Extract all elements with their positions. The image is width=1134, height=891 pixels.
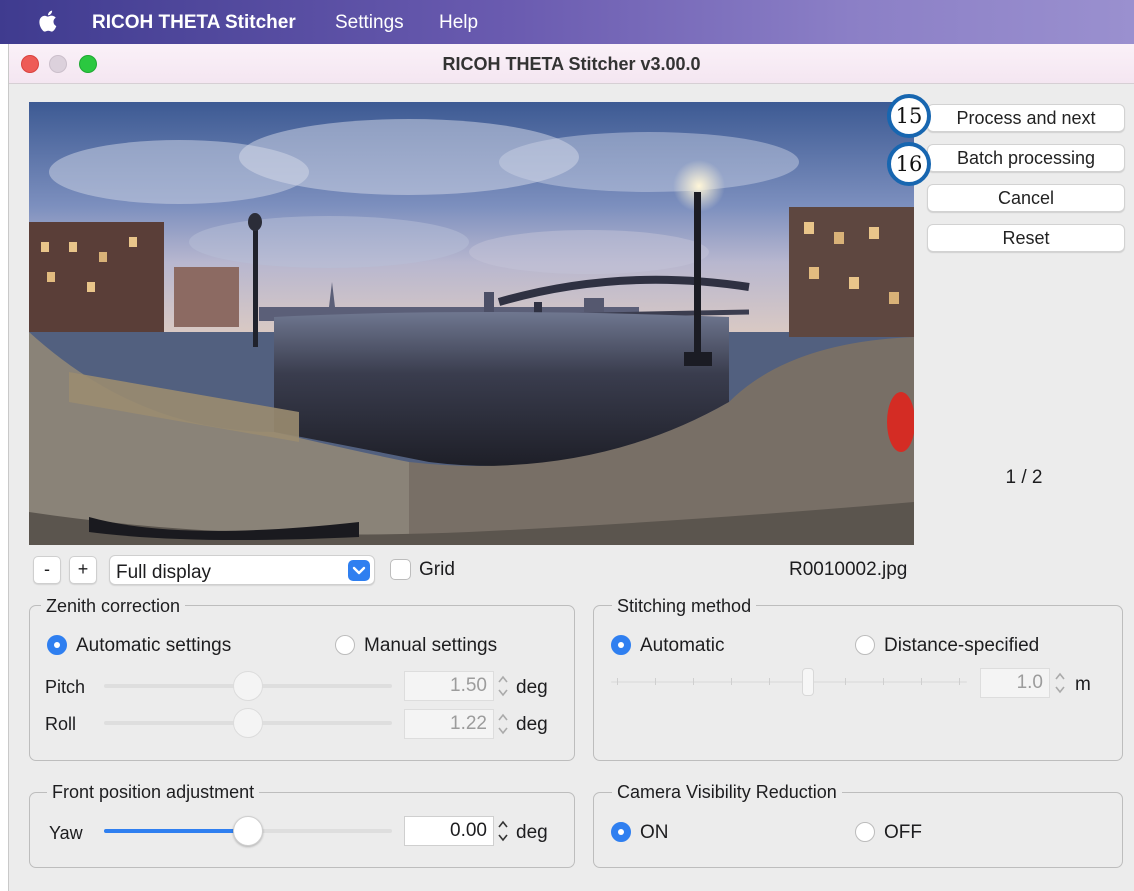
zoom-in-button[interactable]: + [69, 556, 97, 584]
front-position-title: Front position adjustment [47, 782, 260, 803]
grid-label: Grid [419, 559, 455, 580]
distance-tick [921, 678, 922, 685]
callout-badge-16: 16 [887, 142, 931, 186]
camera-visibility-off-radio[interactable] [855, 822, 875, 842]
distance-unit: m [1075, 674, 1091, 695]
apple-logo-icon[interactable] [38, 9, 60, 33]
batch-processing-button[interactable]: Batch processing [927, 144, 1125, 172]
pitch-label: Pitch [45, 677, 86, 697]
stitching-auto-radio[interactable] [611, 635, 631, 655]
camera-visibility-on-label: ON [640, 822, 669, 843]
display-mode-value: Full display [116, 562, 212, 583]
panorama-preview[interactable] [29, 102, 914, 545]
distance-input[interactable]: 1.0 [980, 668, 1050, 698]
camera-visibility-title: Camera Visibility Reduction [612, 782, 842, 803]
camera-visibility-off-label: OFF [884, 822, 922, 843]
display-mode-select[interactable]: Full display [109, 555, 375, 585]
yaw-slider-knob[interactable] [233, 816, 263, 846]
distance-tick [655, 678, 656, 685]
menu-app-name[interactable]: RICOH THETA Stitcher [92, 12, 296, 34]
menu-help[interactable]: Help [439, 12, 478, 34]
menu-bar: RICOH THETA Stitcher Settings Help [0, 0, 1134, 44]
yaw-label: Yaw [49, 823, 83, 843]
menu-settings[interactable]: Settings [335, 12, 404, 34]
chevron-down-icon [348, 560, 370, 581]
yaw-stepper-icon[interactable] [495, 816, 511, 846]
zenith-manual-radio[interactable] [335, 635, 355, 655]
window-title: RICOH THETA Stitcher v3.00.0 [442, 54, 701, 74]
roll-stepper-icon[interactable] [495, 709, 511, 739]
stitching-method-title: Stitching method [612, 596, 757, 617]
yaw-input[interactable]: 0.00 [404, 816, 494, 846]
pitch-input[interactable]: 1.50 [404, 671, 494, 701]
distance-tick [959, 678, 960, 685]
roll-label: Roll [45, 714, 77, 734]
process-and-next-button[interactable]: Process and next [927, 104, 1125, 132]
app-window: RICOH THETA Stitcher v3.00.0 Process and… [8, 44, 1134, 891]
pitch-unit: deg [516, 677, 548, 698]
stitching-auto-label: Automatic [640, 635, 725, 656]
distance-tick [693, 678, 694, 685]
distance-slider-track[interactable] [611, 681, 967, 683]
yaw-slider-fill [104, 829, 248, 833]
cancel-button[interactable]: Cancel [927, 184, 1125, 212]
panorama-image [29, 102, 914, 545]
zenith-auto-label: Automatic settings [76, 635, 232, 656]
roll-input[interactable]: 1.22 [404, 709, 494, 739]
roll-unit: deg [516, 714, 548, 735]
image-counter: 1 / 2 [1005, 467, 1043, 488]
distance-tick [769, 678, 770, 685]
camera-visibility-on-radio[interactable] [611, 822, 631, 842]
zenith-correction-title: Zenith correction [41, 596, 186, 617]
callout-badge-15: 15 [887, 94, 931, 138]
yaw-unit: deg [516, 822, 548, 843]
pitch-stepper-icon[interactable] [495, 671, 511, 701]
roll-slider-knob[interactable] [233, 708, 263, 738]
zenith-auto-radio[interactable] [47, 635, 67, 655]
distance-stepper-icon[interactable] [1052, 668, 1068, 698]
pitch-slider-knob[interactable] [233, 671, 263, 701]
filename-label: R0010002.jpg [789, 559, 908, 580]
distance-tick [731, 678, 732, 685]
title-bar: RICOH THETA Stitcher v3.00.0 [9, 44, 1134, 84]
stitching-distance-radio[interactable] [855, 635, 875, 655]
distance-slider-knob[interactable] [802, 668, 814, 696]
reset-button[interactable]: Reset [927, 224, 1125, 252]
distance-tick [617, 678, 618, 685]
zenith-manual-label: Manual settings [364, 635, 498, 656]
stitching-distance-label: Distance-specified [884, 635, 1040, 656]
distance-tick [845, 678, 846, 685]
grid-checkbox[interactable] [390, 559, 411, 580]
zoom-out-button[interactable]: - [33, 556, 61, 584]
distance-tick [883, 678, 884, 685]
